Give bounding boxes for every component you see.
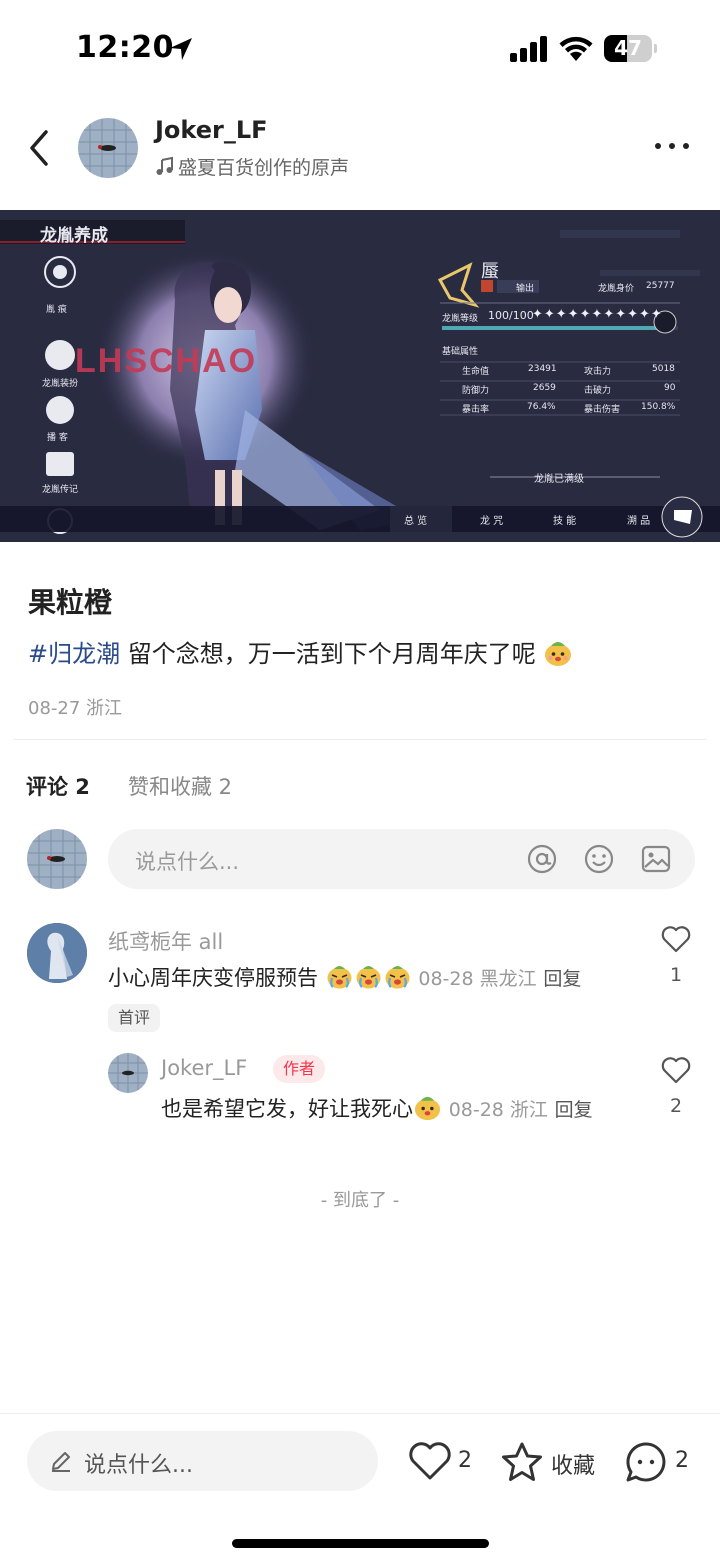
stat-value-0: 23491 <box>528 364 557 374</box>
game-screenshot-art: LHSCHAO <box>0 210 720 542</box>
star-collect-icon[interactable] <box>500 1441 544 1483</box>
stat-value-3: 90 <box>664 383 676 393</box>
like-heart-icon[interactable] <box>408 1441 452 1481</box>
stat-value-2: 2659 <box>533 383 556 393</box>
game-tab-1: 龙 咒 <box>480 516 504 527</box>
comment-body: 小心周年庆变停服预告 <box>108 966 318 990</box>
stat-label-2: 防御力 <box>462 386 490 396</box>
level-label: 龙胤等级 <box>442 314 479 324</box>
stat-value-5: 150.8% <box>641 402 676 412</box>
reply-body: 也是希望它发，好让我死心 <box>161 1097 413 1121</box>
wifi-icon <box>559 36 593 61</box>
comment-text: 小心周年庆变停服预告 08-28 黑龙江 回复 <box>108 962 581 992</box>
reply-text: 也是希望它发，好让我死心 08-28 浙江 回复 <box>161 1093 593 1123</box>
post-body-text: 留个念想，万一活到下个月周年庆了呢 <box>120 640 536 668</box>
comment-count: 2 <box>675 1448 689 1473</box>
stat-label-4: 暴击率 <box>462 405 490 415</box>
post-date-location: 08-27 浙江 <box>28 698 123 719</box>
comment-bubble-icon[interactable] <box>624 1440 668 1484</box>
character-name: 蜃 <box>481 261 499 282</box>
character-role: 输出 <box>516 284 535 294</box>
bottom-comment-input[interactable]: 说点什么... <box>27 1431 378 1491</box>
status-bar: 12:20 47 <box>0 0 720 96</box>
side-menu-item-0: 胤 痕 <box>46 305 67 315</box>
attr-title: 基础属性 <box>442 347 479 357</box>
stat-label-0: 生命值 <box>462 367 490 377</box>
reply-button[interactable]: 回复 <box>555 1099 593 1121</box>
reply-author-avatar[interactable] <box>108 1053 148 1093</box>
stat-value-4: 76.4% <box>527 402 556 412</box>
level-stars: ✦✦✦✦✦✦✦✦✦✦✦ <box>532 307 663 322</box>
battery-indicator: 47 <box>604 35 657 62</box>
emoji-smile-icon[interactable] <box>583 843 615 875</box>
commenter-avatar[interactable] <box>27 923 87 983</box>
crying-emoji-icon <box>325 966 419 990</box>
game-tab-2: 技 能 <box>553 516 577 527</box>
mention-at-icon[interactable] <box>526 843 558 875</box>
bottom-action-bar: 说点什么... 2 收藏 2 <box>0 1413 720 1561</box>
music-note-icon <box>156 156 173 175</box>
stat-label-5: 暴击伤害 <box>584 405 621 415</box>
comment-input-placeholder: 说点什么... <box>135 850 240 874</box>
commenter-name[interactable]: 纸鸢栀年 all <box>108 926 223 956</box>
comment-like-count: 1 <box>669 964 683 986</box>
menu-title: 龙胤养成 <box>40 226 108 246</box>
stat-value-1: 5018 <box>652 364 675 374</box>
first-comment-badge: 首评 <box>108 1004 161 1032</box>
back-chevron-icon[interactable] <box>26 128 54 168</box>
author-avatar[interactable] <box>78 118 138 178</box>
worth-label: 龙胤身价 <box>598 284 635 294</box>
end-of-list-text: - 到底了 - <box>320 1190 400 1211</box>
music-source-label[interactable]: 盛夏百货创作的原声 <box>178 153 349 180</box>
more-options-icon[interactable] <box>652 138 692 154</box>
collect-label[interactable]: 收藏 <box>551 1448 595 1480</box>
location-arrow-icon <box>170 38 192 60</box>
comment-input[interactable]: 说点什么... <box>108 829 695 889</box>
comment-date-location: 08-28 黑龙江 <box>418 968 537 990</box>
post-hashtag[interactable]: #归龙潮 <box>28 640 120 668</box>
author-badge: 作者 <box>273 1055 326 1083</box>
divider <box>14 739 706 740</box>
reply-author-name[interactable]: Joker_LF <box>161 1056 247 1080</box>
side-menu-item-1: 龙胤装扮 <box>42 379 79 389</box>
battery-tip <box>654 44 657 53</box>
comment-like-heart-icon[interactable] <box>661 925 691 953</box>
home-indicator <box>232 1539 489 1548</box>
image-picker-icon[interactable] <box>640 843 672 875</box>
reply-date-location: 08-28 浙江 <box>448 1099 548 1121</box>
game-tab-3: 溯 品 <box>627 516 651 527</box>
game-logo-text: LHSCHAO <box>75 342 257 380</box>
my-avatar <box>27 829 87 889</box>
post-image[interactable]: LHSCHAO 龙胤养成 胤 痕 龙胤装扮 播 客 龙胤传记 蜃 输出 龙胤身价… <box>0 210 720 542</box>
author-username[interactable]: Joker_LF <box>155 116 268 144</box>
battery-percent: 47 <box>614 36 642 60</box>
tab-likes-collects[interactable]: 赞和收藏 2 <box>128 771 232 801</box>
game-tab-0: 总 览 <box>404 516 428 527</box>
pudding-emoji-icon <box>545 642 572 666</box>
like-count: 2 <box>458 1448 472 1473</box>
side-menu-item-3: 龙胤传记 <box>42 485 79 495</box>
post-title: 果粒橙 <box>28 586 113 619</box>
post-body: #归龙潮 留个念想，万一活到下个月周年庆了呢 <box>28 634 573 669</box>
reply-button[interactable]: 回复 <box>543 968 581 990</box>
bottom-input-placeholder: 说点什么... <box>84 1453 193 1478</box>
reply-like-count: 2 <box>669 1095 683 1117</box>
battery-body: 47 <box>604 35 652 62</box>
side-menu-item-2: 播 客 <box>47 433 68 443</box>
stat-label-3: 击破力 <box>584 386 612 396</box>
pencil-icon <box>52 1452 70 1472</box>
reply-like-heart-icon[interactable] <box>661 1056 691 1084</box>
stat-label-1: 攻击力 <box>584 367 612 377</box>
tab-comments[interactable]: 评论 2 <box>26 771 90 801</box>
cellular-signal-icon <box>510 36 547 62</box>
status-time: 12:20 <box>76 30 174 65</box>
pudding-emoji-icon <box>414 1096 441 1121</box>
worth-value: 25777 <box>646 281 675 291</box>
max-level-label: 龙胤已满级 <box>534 474 584 485</box>
level-value: 100/100 <box>488 309 534 322</box>
